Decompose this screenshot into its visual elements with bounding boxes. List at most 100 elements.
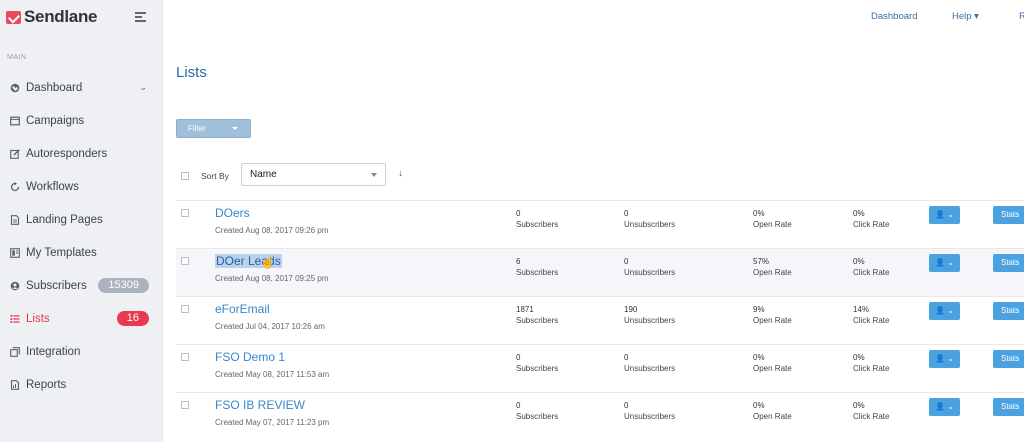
list-created-date: Created May 07, 2017 11:23 pm (215, 418, 330, 427)
sidebar-item-label: My Templates (26, 246, 97, 259)
click-rate-value: 14% (853, 305, 870, 314)
sidebar-item-reports[interactable]: Reports (0, 368, 163, 401)
unsubscribers-label: Unsubscribers (624, 268, 676, 277)
subscribers-metric: 0 Subscribers (516, 353, 558, 373)
open-rate-metric: 0% Open Rate (753, 353, 792, 373)
unsubscribers-metric: 0 Unsubscribers (624, 257, 675, 277)
stats-button[interactable]: Stats (993, 302, 1024, 320)
subscribers-icon (9, 280, 20, 291)
subscribers-label: Subscribers (516, 316, 559, 325)
workflow-icon (9, 181, 20, 192)
select-all-checkbox[interactable] (181, 172, 189, 180)
unsubscribers-metric: 0 Unsubscribers (624, 401, 675, 421)
stats-button[interactable]: Stats (993, 254, 1024, 272)
row-checkbox[interactable] (181, 257, 189, 265)
open-rate-label: Open Rate (753, 364, 792, 373)
sidebar-item-label: Workflows (26, 180, 79, 193)
row-checkbox[interactable] (181, 305, 189, 313)
sidebar-item-landing-pages[interactable]: Landing Pages (0, 203, 163, 236)
click-rate-value: 0% (853, 257, 865, 266)
unsubscribers-value: 190 (624, 305, 638, 314)
subscribers-label: Subscribers (516, 364, 559, 373)
sidebar: Sendlane MAIN Dashboard ⌄ Campaigns Auto… (0, 0, 163, 442)
sidebar-item-workflows[interactable]: Workflows (0, 170, 163, 203)
unsubscribers-metric: 0 Unsubscribers (624, 209, 675, 229)
sidebar-item-autoresponders[interactable]: Autoresponders (0, 137, 163, 170)
user-actions-button[interactable]: 👤 ⌄ (929, 350, 960, 368)
open-rate-label: Open Rate (753, 220, 792, 229)
chevron-down-icon[interactable]: ⌄ (139, 82, 147, 93)
stats-button[interactable]: Stats (993, 206, 1024, 224)
sidebar-item-label: Integration (26, 345, 81, 358)
sort-by-select[interactable]: Name (241, 163, 386, 186)
template-icon (9, 247, 20, 258)
click-rate-metric: 0% Click Rate (853, 209, 889, 229)
top-nav-help-dropdown[interactable]: Help ▾ (952, 11, 979, 22)
open-rate-value: 0% (753, 401, 765, 410)
campaigns-icon (9, 115, 20, 126)
sidebar-item-integration[interactable]: Integration (0, 335, 163, 368)
user-actions-button[interactable]: 👤 ⌄ (929, 302, 960, 320)
user-actions-button[interactable]: 👤 ⌄ (929, 206, 960, 224)
user-actions-button[interactable]: 👤 ⌄ (929, 254, 960, 272)
click-rate-label: Click Rate (853, 316, 890, 325)
open-rate-label: Open Rate (753, 268, 792, 277)
sidebar-item-my-templates[interactable]: My Templates (0, 236, 163, 269)
list-created-date: Created Aug 08, 2017 09:26 pm (215, 226, 329, 235)
click-rate-metric: 0% Click Rate (853, 401, 889, 421)
list-name-link[interactable]: DOers (215, 206, 250, 220)
subscribers-metric: 0 Subscribers (516, 401, 558, 421)
stats-button[interactable]: Stats (993, 350, 1024, 368)
filter-button-label: Filter (188, 124, 206, 133)
list-created-date: Created May 08, 2017 11:53 am (215, 370, 330, 379)
user-actions-button[interactable]: 👤 ⌄ (929, 398, 960, 416)
list-name-link[interactable]: eForEmail (215, 302, 270, 316)
top-nav-truncated-link[interactable]: R (1019, 11, 1024, 22)
sidebar-item-label: Dashboard (26, 81, 83, 94)
sidebar-item-campaigns[interactable]: Campaigns (0, 104, 163, 137)
list-name-link[interactable]: FSO Demo 1 (215, 350, 285, 364)
stats-button[interactable]: Stats (993, 398, 1024, 416)
list-name-link[interactable]: FSO IB REVIEW (215, 398, 305, 412)
open-rate-value: 0% (753, 209, 765, 218)
subscribers-value: 0 (516, 353, 521, 362)
sidebar-item-subscribers[interactable]: Subscribers 15309 (0, 269, 163, 302)
row-checkbox[interactable] (181, 209, 189, 217)
subscribers-count-badge: 15309 (98, 278, 149, 293)
page-icon (9, 214, 20, 225)
top-nav-dashboard-link[interactable]: Dashboard (871, 11, 917, 22)
subscribers-label: Subscribers (516, 412, 559, 421)
click-rate-metric: 0% Click Rate (853, 353, 889, 373)
table-row: FSO IB REVIEW Created May 07, 2017 11:23… (176, 392, 1024, 440)
sort-by-label: Sort By (201, 171, 229, 181)
unsubscribers-label: Unsubscribers (624, 412, 676, 421)
unsubscribers-value: 0 (624, 353, 629, 362)
sendlane-logo-icon (6, 10, 21, 24)
hand-cursor-icon: ☝ (260, 255, 275, 269)
menu-collapse-icon[interactable] (135, 11, 149, 23)
list-icon (9, 313, 20, 324)
subscribers-value: 0 (516, 209, 521, 218)
lists-table: DOers Created Aug 08, 2017 09:26 pm 0 Sub… (176, 200, 1024, 440)
sidebar-item-dashboard[interactable]: Dashboard ⌄ (0, 71, 163, 104)
top-nav: Dashboard Help ▾ R (163, 0, 1024, 34)
subscribers-label: Subscribers (516, 268, 559, 277)
list-created-date: Created Aug 08, 2017 09:25 pm (215, 274, 329, 283)
page-title: Lists (176, 64, 207, 81)
click-rate-label: Click Rate (853, 364, 890, 373)
report-icon (9, 379, 20, 390)
click-rate-metric: 0% Click Rate (853, 257, 889, 277)
row-checkbox[interactable] (181, 353, 189, 361)
sidebar-item-lists[interactable]: Lists 16 (0, 302, 163, 335)
sort-direction-icon[interactable]: ↓ (398, 168, 403, 179)
unsubscribers-value: 0 (624, 209, 629, 218)
unsubscribers-metric: 190 Unsubscribers (624, 305, 675, 325)
sidebar-item-label: Lists (26, 312, 50, 325)
filter-button[interactable]: Filter (176, 119, 251, 138)
row-checkbox[interactable] (181, 401, 189, 409)
sidebar-nav: Dashboard ⌄ Campaigns Autoresponders Wor… (0, 71, 163, 401)
sidebar-item-label: Subscribers (26, 279, 87, 292)
click-rate-label: Click Rate (853, 220, 890, 229)
click-rate-value: 0% (853, 401, 865, 410)
brand-logo[interactable]: Sendlane (6, 7, 97, 26)
